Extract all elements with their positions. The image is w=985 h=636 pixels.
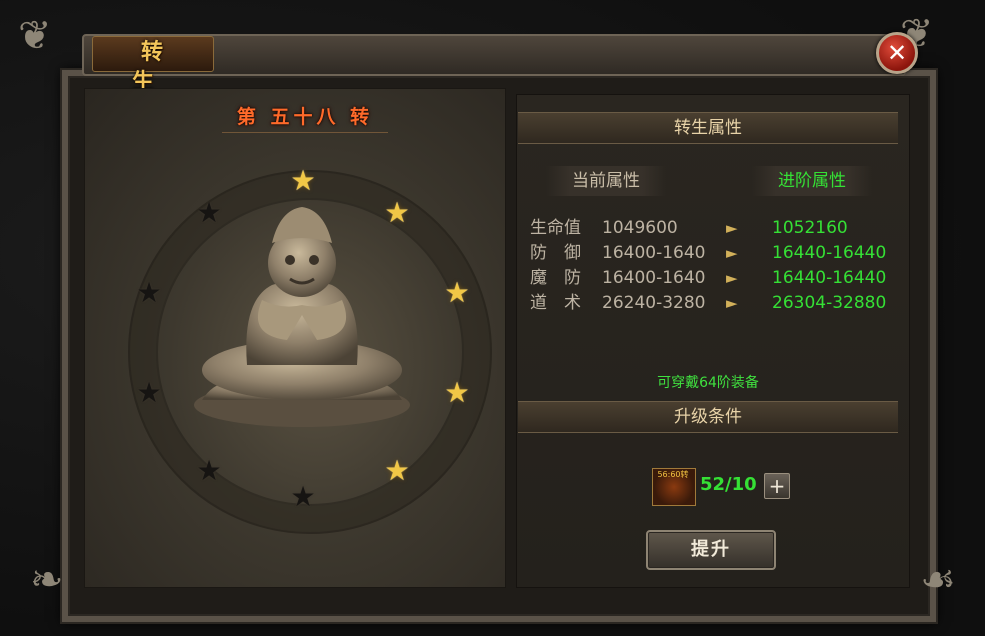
current-value: 26240-3280 xyxy=(602,293,706,313)
current-attributes-header: 当前属性 xyxy=(546,166,666,196)
dragon-ornament-icon: ❦ xyxy=(18,13,52,59)
upgrade-button[interactable]: 提升 xyxy=(646,530,776,570)
arrow-right-icon: ► xyxy=(726,244,738,262)
next-attributes-header: 进阶属性 xyxy=(752,166,872,196)
attribute-row: 道 术 26240-3280 ► 26304-32880 xyxy=(530,291,900,315)
equip-note: 可穿戴64阶装备 xyxy=(657,375,759,391)
arrow-right-icon: ► xyxy=(726,219,738,237)
arrow-right-icon: ► xyxy=(726,294,738,312)
attribute-label: 魔 防 xyxy=(530,268,581,288)
next-value: 26304-32880 xyxy=(772,293,887,313)
current-value: 1049600 xyxy=(602,218,678,238)
star-icon: ★ xyxy=(196,454,222,487)
attribute-row: 魔 防 16400-1640 ► 16440-16440 xyxy=(530,266,900,290)
star-icon: ★ xyxy=(444,276,470,309)
upgrade-conditions-header: 升级条件 xyxy=(518,401,898,433)
flourish-ornament-icon: ☙ xyxy=(920,557,956,603)
close-button[interactable]: ✕ xyxy=(876,32,918,74)
close-icon: ✕ xyxy=(886,39,908,67)
plus-icon: + xyxy=(768,474,786,498)
attribute-label: 道 术 xyxy=(530,293,581,313)
star-icon: ★ xyxy=(290,164,316,197)
star-icon: ★ xyxy=(444,376,470,409)
item-count: 52/10 xyxy=(700,474,757,495)
statue-image xyxy=(194,207,410,427)
star-icon: ★ xyxy=(384,454,410,487)
attribute-label: 防 御 xyxy=(530,243,581,263)
arrow-right-icon: ► xyxy=(726,269,738,287)
rebirth-item-label: 56:60转 xyxy=(657,470,689,479)
attribute-row: 生命值 1049600 ► 1052160 xyxy=(530,216,900,240)
rebirth-attributes-header: 转生属性 xyxy=(518,112,898,144)
next-value: 16440-16440 xyxy=(772,268,887,288)
star-icon: ★ xyxy=(136,276,162,309)
rebirth-rank-title: 第 五十八 转 xyxy=(222,102,388,133)
next-value: 1052160 xyxy=(772,218,848,238)
current-value: 16400-1640 xyxy=(602,243,706,263)
star-icon: ★ xyxy=(136,376,162,409)
current-value: 16400-1640 xyxy=(602,268,706,288)
window-title: 转 生 xyxy=(131,40,181,95)
star-icon: ★ xyxy=(290,480,316,513)
attribute-row: 防 御 16400-1640 ► 16440-16440 xyxy=(530,241,900,265)
attribute-label: 生命值 xyxy=(530,218,581,238)
flourish-ornament-icon: ❧ xyxy=(30,557,64,603)
add-item-button[interactable]: + xyxy=(764,473,790,499)
next-value: 16440-16440 xyxy=(772,243,887,263)
